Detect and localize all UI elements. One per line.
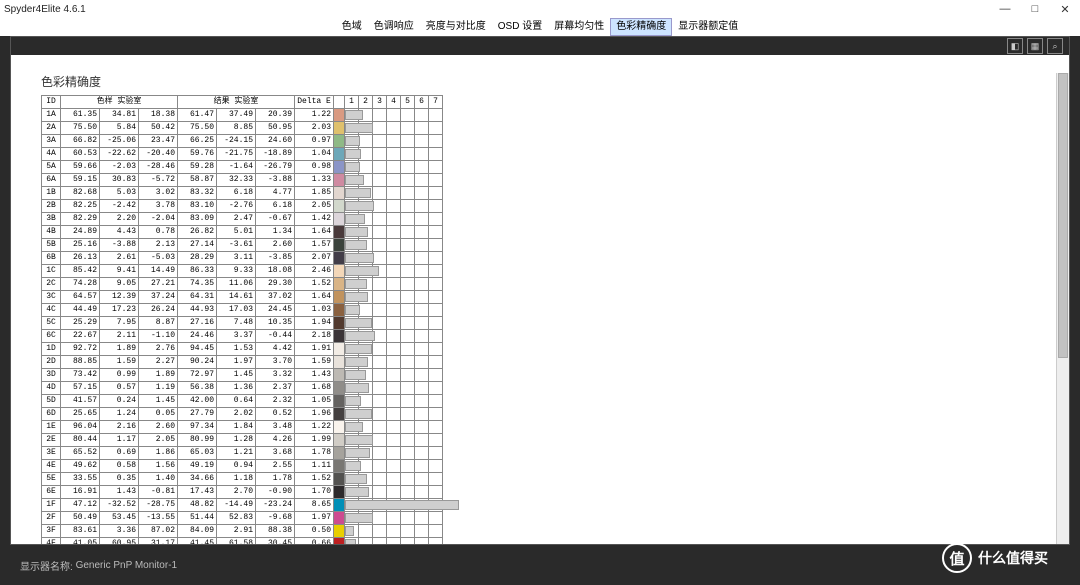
table-row: 4D57.150.571.1956.381.362.371.68: [42, 382, 443, 395]
table-row: 3D73.420.991.8972.971.453.321.43: [42, 369, 443, 382]
tool-icon-2[interactable]: ▦: [1027, 38, 1043, 54]
toolbar: ◧ ▦ ⌕: [11, 37, 1069, 55]
vertical-scrollbar[interactable]: [1056, 73, 1069, 544]
scale-3: 3: [373, 96, 387, 109]
col-delta: Delta E: [295, 96, 334, 109]
close-button[interactable]: ✕: [1050, 0, 1080, 18]
status-bar: 显示器名称: Generic PnP Monitor-1: [0, 545, 1080, 585]
table-row: 1F47.12-32.52-28.7548.82-14.49-23.248.65: [42, 499, 443, 512]
scale-1: 1: [345, 96, 359, 109]
table-row: 2F50.4953.45-13.5551.4452.83-9.681.97: [42, 512, 443, 525]
table-row: 3F83.613.3687.0284.092.9188.380.50: [42, 525, 443, 538]
page-frame: ◧ ▦ ⌕ 色彩精确度 ID色样 实验室结果 实验室Delta E 1234567…: [10, 36, 1070, 545]
maximize-button[interactable]: □: [1020, 0, 1050, 18]
table-row: 2D88.851.592.2790.241.973.701.59: [42, 356, 443, 369]
app-title: Spyder4Elite 4.6.1: [4, 4, 86, 15]
table-row: 1C85.429.4114.4986.339.3318.082.46: [42, 265, 443, 278]
monitor-name: Generic PnP Monitor-1: [76, 560, 178, 571]
watermark-icon: 值: [942, 543, 972, 573]
tab-1[interactable]: 色调响应: [368, 18, 420, 36]
tab-6[interactable]: 显示器额定值: [672, 18, 744, 36]
minimize-button[interactable]: —: [990, 0, 1020, 18]
table-row: 6B26.132.61-5.0328.293.11-3.852.07: [42, 252, 443, 265]
scale-6: 6: [415, 96, 429, 109]
table-row: 6A59.1530.83-5.7258.8732.33-3.881.33: [42, 174, 443, 187]
window-controls: — □ ✕: [990, 0, 1080, 18]
tab-0[interactable]: 色域: [336, 18, 368, 36]
table-row: 6E16.911.43-0.8117.432.70-0.901.70: [42, 486, 443, 499]
table-row: 5A59.66-2.03-28.4659.28-1.64-26.790.98: [42, 161, 443, 174]
table-row: 1B82.685.033.0283.326.184.771.85: [42, 187, 443, 200]
report-page: 色彩精确度 ID色样 实验室结果 实验室Delta E 12345671A61.3…: [11, 55, 1069, 544]
col-swatch: [334, 96, 345, 109]
table-row: 4C44.4917.2326.2444.9317.0324.451.03: [42, 304, 443, 317]
table-row: 1D92.721.892.7694.451.534.421.91: [42, 343, 443, 356]
scale-7: 7: [429, 96, 443, 109]
table-row: 2A75.505.8450.4275.508.8550.952.03: [42, 122, 443, 135]
table-row: 1E96.042.162.6097.341.843.481.22: [42, 421, 443, 434]
table-row: 5B25.16-3.882.1327.14-3.612.601.57: [42, 239, 443, 252]
table-row: 5E33.550.351.4034.661.181.781.52: [42, 473, 443, 486]
page-title: 色彩精确度: [41, 73, 101, 90]
tab-4[interactable]: 屏幕均匀性: [548, 18, 610, 36]
monitor-label: 显示器名称:: [20, 558, 73, 573]
table-row: 5D41.570.241.4542.000.642.321.05: [42, 395, 443, 408]
table-row: 4F41.0560.9531.1741.4561.5830.450.66: [42, 538, 443, 545]
table-row: 1A61.3534.8118.3861.4737.4920.391.22: [42, 109, 443, 122]
table-row: 3E65.520.691.8665.031.213.681.78: [42, 447, 443, 460]
table-row: 4B24.894.430.7826.825.011.341.64: [42, 226, 443, 239]
window-titlebar: Spyder4Elite 4.6.1 — □ ✕: [0, 0, 1080, 18]
table-row: 5C25.297.958.8727.167.4810.351.94: [42, 317, 443, 330]
tab-5[interactable]: 色彩精确度: [610, 18, 672, 36]
watermark-text: 什么值得买: [978, 548, 1048, 568]
table-row: 4A60.53-22.62-20.4059.76-21.75-18.891.04: [42, 148, 443, 161]
table-row: 6D25.651.240.0527.792.020.521.96: [42, 408, 443, 421]
table-row: 2B82.25-2.423.7883.10-2.766.182.05: [42, 200, 443, 213]
col-result: 结果 实验室: [178, 96, 295, 109]
scrollbar-thumb[interactable]: [1058, 73, 1068, 358]
scale-5: 5: [401, 96, 415, 109]
scale-4: 4: [387, 96, 401, 109]
tab-3[interactable]: OSD 设置: [492, 18, 548, 36]
table-row: 3C64.5712.3937.2464.3114.6137.021.64: [42, 291, 443, 304]
table-row: 3B82.292.20-2.0483.092.47-0.671.42: [42, 213, 443, 226]
color-accuracy-table: ID色样 实验室结果 实验室Delta E 12345671A61.3534.81…: [41, 95, 443, 544]
tab-2[interactable]: 亮度与对比度: [420, 18, 492, 36]
col-sample: 色样 实验室: [61, 96, 178, 109]
table-row: 2C74.289.0527.2174.3511.0629.301.52: [42, 278, 443, 291]
tab-bar: 色域色调响应亮度与对比度OSD 设置屏幕均匀性色彩精确度显示器额定值: [0, 18, 1080, 36]
table-row: 6C22.672.11-1.1024.463.37-0.442.18: [42, 330, 443, 343]
col-id: ID: [42, 96, 61, 109]
zoom-icon[interactable]: ⌕: [1047, 38, 1063, 54]
scale-2: 2: [359, 96, 373, 109]
table-row: 2E80.441.172.0580.991.284.261.99: [42, 434, 443, 447]
table-row: 3A66.82-25.0623.4766.25-24.1524.600.97: [42, 135, 443, 148]
watermark: 值 什么值得买: [942, 543, 1062, 573]
tool-icon-1[interactable]: ◧: [1007, 38, 1023, 54]
table-row: 4E49.620.581.5649.190.942.551.11: [42, 460, 443, 473]
